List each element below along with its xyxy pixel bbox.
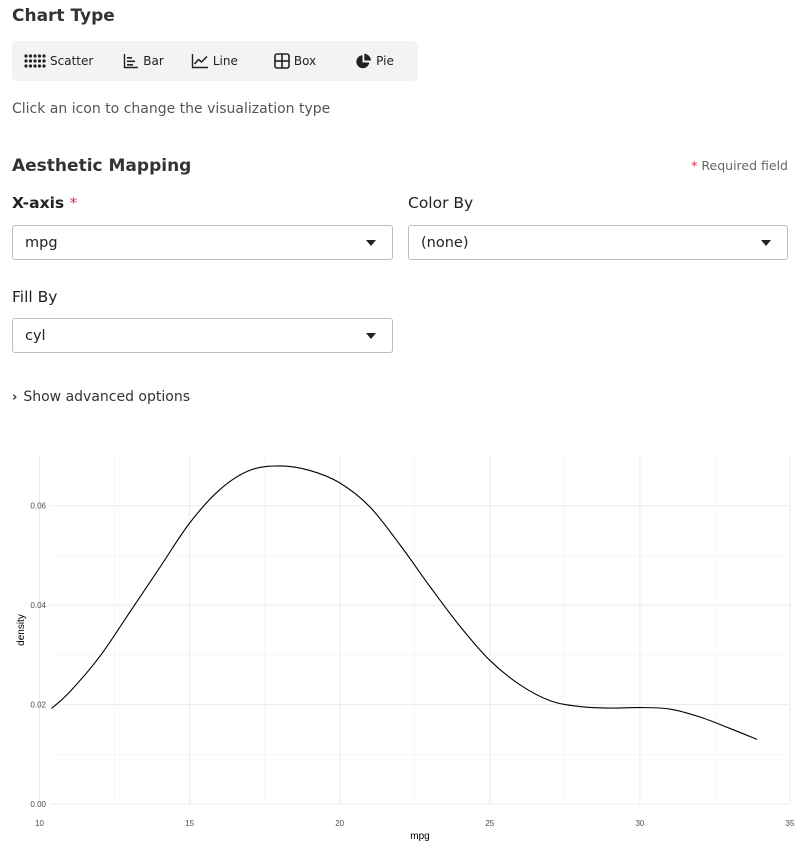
x-tick-label: 30 [635, 819, 644, 828]
scatter-button-label: Scatter [50, 54, 94, 68]
aesthetic-mapping-heading: Aesthetic Mapping [12, 156, 192, 176]
x-axis-select-value: mpg [25, 234, 58, 251]
x-tick-label: 35 [786, 819, 795, 828]
required-star: * [691, 158, 698, 173]
x-tick-label: 20 [335, 819, 344, 828]
chart-type-heading: Chart Type [12, 6, 115, 26]
fill-by-label: Fill By [12, 288, 58, 306]
line-button[interactable]: Line [191, 41, 238, 81]
bar-button[interactable]: Bar [123, 41, 164, 81]
box-button-label: Box [293, 54, 317, 68]
bar-button-label: Bar [143, 54, 164, 68]
y-tick-label: 0.00 [30, 800, 46, 809]
x-axis-ticks: 10 15 20 25 30 35 [35, 819, 795, 828]
y-axis-title: density [16, 614, 27, 646]
x-axis-select[interactable]: mpg [12, 225, 393, 260]
chevron-down-icon [761, 240, 771, 246]
chevron-down-icon [366, 333, 376, 339]
chart-type-toolbar: Scatter Bar Line Box Pie [12, 41, 418, 81]
required-field-note: * Required field [691, 158, 788, 173]
show-advanced-options-label: Show advanced options [23, 389, 190, 405]
plot-minor-grid [50, 456, 790, 804]
bar-chart-icon [123, 53, 139, 69]
show-advanced-options-toggle[interactable]: › Show advanced options [12, 389, 190, 405]
density-curve-line [51, 465, 758, 740]
box-plot-icon [274, 53, 290, 69]
color-by-label: Color By [408, 194, 474, 212]
y-axis-ticks: 0.00 0.02 0.04 0.06 [30, 502, 46, 809]
chart-type-hint: Click an icon to change the visualizatio… [12, 101, 331, 117]
fill-by-select-value: cyl [25, 327, 46, 344]
y-tick-label: 0.04 [30, 601, 46, 610]
line-button-label: Line [212, 54, 238, 68]
x-axis-title: mpg [410, 831, 429, 842]
box-button[interactable]: Box [274, 41, 316, 81]
x-tick-label: 10 [35, 819, 44, 828]
color-by-select-value: (none) [421, 234, 469, 251]
chevron-down-icon [366, 240, 376, 246]
fill-by-select[interactable]: cyl [12, 318, 393, 353]
density-plot: 10 15 20 25 30 35 0.00 0.02 0.04 0.06 mpg densit… [16, 456, 795, 842]
required-field-text: Required field [701, 158, 788, 173]
x-axis-label-text: X-axis [12, 194, 65, 212]
x-tick-label: 15 [185, 819, 194, 828]
x-axis-required-star: * [69, 194, 78, 212]
pie-button[interactable]: Pie [355, 41, 394, 81]
plot-series [51, 465, 758, 740]
color-by-select[interactable]: (none) [408, 225, 788, 260]
scatter-button[interactable]: Scatter [24, 41, 93, 81]
y-tick-label: 0.02 [30, 701, 46, 710]
x-tick-label: 25 [485, 819, 494, 828]
pie-chart-icon [355, 53, 372, 70]
y-tick-label: 0.06 [30, 502, 46, 511]
scatter-icon [24, 54, 46, 68]
pie-button-label: Pie [376, 54, 394, 68]
chevron-right-icon: › [12, 389, 18, 405]
line-chart-icon [191, 53, 209, 69]
x-axis-label: X-axis * [12, 194, 77, 212]
